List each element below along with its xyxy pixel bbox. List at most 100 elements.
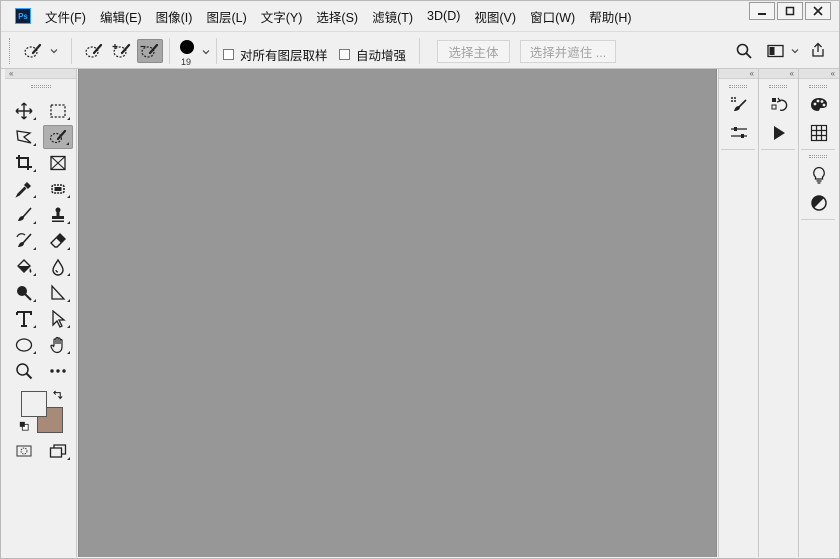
restore-button[interactable] (777, 2, 803, 20)
subtract-from-selection-button[interactable] (137, 39, 163, 63)
hand-tool-icon (50, 336, 63, 354)
move-tool[interactable] (9, 99, 39, 123)
lasso-tool[interactable] (9, 125, 39, 149)
brush-tip-preview (180, 40, 194, 54)
default-colors-button[interactable] (17, 419, 31, 433)
close-button[interactable] (805, 2, 831, 20)
pen-tool-icon (51, 284, 66, 300)
checkbox-box[interactable] (339, 49, 350, 60)
spot-healing-tool[interactable] (43, 177, 73, 201)
chevron-down-icon (202, 50, 210, 55)
brush-picker[interactable] (177, 37, 197, 57)
default-colors-icon (19, 421, 29, 431)
marquee-tool[interactable] (43, 99, 73, 123)
clone-stamp-tool-icon (52, 207, 64, 222)
color-palette-icon (811, 98, 827, 111)
workspace-switcher[interactable] (763, 41, 803, 61)
paint-bucket-tool-icon (17, 259, 32, 273)
add-to-selection-button[interactable] (109, 39, 135, 63)
foreground-color-swatch[interactable] (21, 391, 47, 417)
select-subject-button[interactable]: 选择主体 (437, 40, 510, 63)
photoshop-window: Ps 文件(F) 编辑(E) 图像(I) 图层(L) 文字(Y) 选择(S) 滤… (0, 0, 840, 559)
frame-tool[interactable] (43, 151, 73, 175)
path-selection-tool-icon (52, 310, 66, 328)
menu-file[interactable]: 文件(F) (45, 7, 86, 26)
tools-panel-grip[interactable] (31, 85, 51, 88)
eraser-tool[interactable] (43, 229, 73, 253)
add-to-selection-icon (112, 43, 131, 58)
brush-tool[interactable] (9, 203, 39, 227)
eyedropper-tool-icon (15, 182, 31, 198)
eyedropper-tool[interactable] (9, 177, 39, 201)
quick-mask-button[interactable] (9, 439, 39, 463)
zoom-tool[interactable] (9, 359, 39, 383)
menu-edit[interactable]: 编辑(E) (100, 7, 142, 26)
minimize-button[interactable] (749, 2, 775, 20)
adjustments-layer-panel-button[interactable] (805, 191, 833, 215)
share-button[interactable] (807, 40, 829, 60)
screen-mode-button[interactable] (43, 439, 73, 463)
swatches-panel-button[interactable] (805, 121, 833, 145)
ellipse-tool[interactable] (9, 333, 39, 357)
blur-tool[interactable] (43, 255, 73, 279)
learn-panel-button[interactable] (805, 163, 833, 187)
panel-dock-column-3: « (798, 69, 839, 557)
document-canvas-area[interactable] (78, 69, 717, 557)
brush-picker-dropdown[interactable] (200, 46, 212, 58)
history-brush-tool[interactable] (9, 229, 39, 253)
frame-tool-icon (50, 155, 66, 171)
menu-image[interactable]: 图像(I) (156, 7, 193, 26)
subtract-from-selection-icon (140, 43, 159, 58)
pen-tool[interactable] (43, 281, 73, 305)
dodge-tool-icon (17, 286, 32, 301)
menu-filter[interactable]: 滤镜(T) (372, 7, 413, 26)
type-tool[interactable] (9, 307, 39, 331)
new-selection-button[interactable] (81, 39, 107, 63)
sample-all-layers-label: 对所有图层取样 (240, 49, 328, 63)
brush-settings-panel-button[interactable] (725, 93, 753, 117)
path-selection-tool[interactable] (43, 307, 73, 331)
chevron-down-icon (791, 49, 798, 54)
select-and-mask-button[interactable]: 选择并遮住 ... (520, 40, 616, 63)
actions-panel-button[interactable] (765, 121, 793, 145)
adjustments-sliders-icon (731, 127, 747, 138)
auto-enhance-checkbox[interactable]: 自动增强 (339, 45, 406, 64)
more-tools-icon (50, 369, 66, 373)
options-bar: 19 对所有图层取样 自动增强 选择主体 选择并遮住 ... (1, 31, 839, 69)
new-selection-icon (85, 43, 103, 58)
color-panel-button[interactable] (805, 93, 833, 117)
dodge-tool[interactable] (9, 281, 39, 305)
menu-help[interactable]: 帮助(H) (589, 7, 631, 26)
tool-preset-picker[interactable] (19, 39, 63, 63)
clone-stamp-tool[interactable] (43, 203, 73, 227)
eraser-tool-icon (50, 233, 66, 248)
panel-collapse[interactable]: « (759, 69, 798, 79)
panel-collapse[interactable]: « (719, 69, 758, 79)
search-icon (736, 43, 752, 59)
sample-all-layers-checkbox[interactable]: 对所有图层取样 (223, 45, 328, 64)
menu-select[interactable]: 选择(S) (316, 7, 358, 26)
adjustments-panel-button[interactable] (725, 121, 753, 145)
more-tools-button[interactable] (43, 359, 73, 383)
tools-panel-collapse[interactable]: « (5, 69, 76, 79)
menu-type[interactable]: 文字(Y) (261, 7, 303, 26)
checkbox-box[interactable] (223, 49, 234, 60)
crop-tool[interactable] (9, 151, 39, 175)
options-bar-grip[interactable] (9, 38, 11, 64)
minimize-icon (758, 13, 766, 15)
share-icon (812, 42, 824, 57)
menu-view[interactable]: 视图(V) (474, 7, 516, 26)
menu-3d[interactable]: 3D(D) (427, 9, 460, 23)
search-button[interactable] (733, 41, 755, 61)
menu-window[interactable]: 窗口(W) (530, 7, 575, 26)
hand-tool[interactable] (43, 333, 73, 357)
swap-colors-button[interactable] (49, 387, 65, 401)
blur-tool-icon (52, 258, 64, 276)
menu-layer[interactable]: 图层(L) (206, 7, 246, 26)
history-panel-button[interactable] (765, 93, 793, 117)
swap-colors-icon (52, 389, 62, 399)
close-icon (813, 6, 823, 16)
paint-bucket-tool[interactable] (9, 255, 39, 279)
quick-selection-tool[interactable] (43, 125, 73, 149)
panel-collapse[interactable]: « (799, 69, 839, 79)
